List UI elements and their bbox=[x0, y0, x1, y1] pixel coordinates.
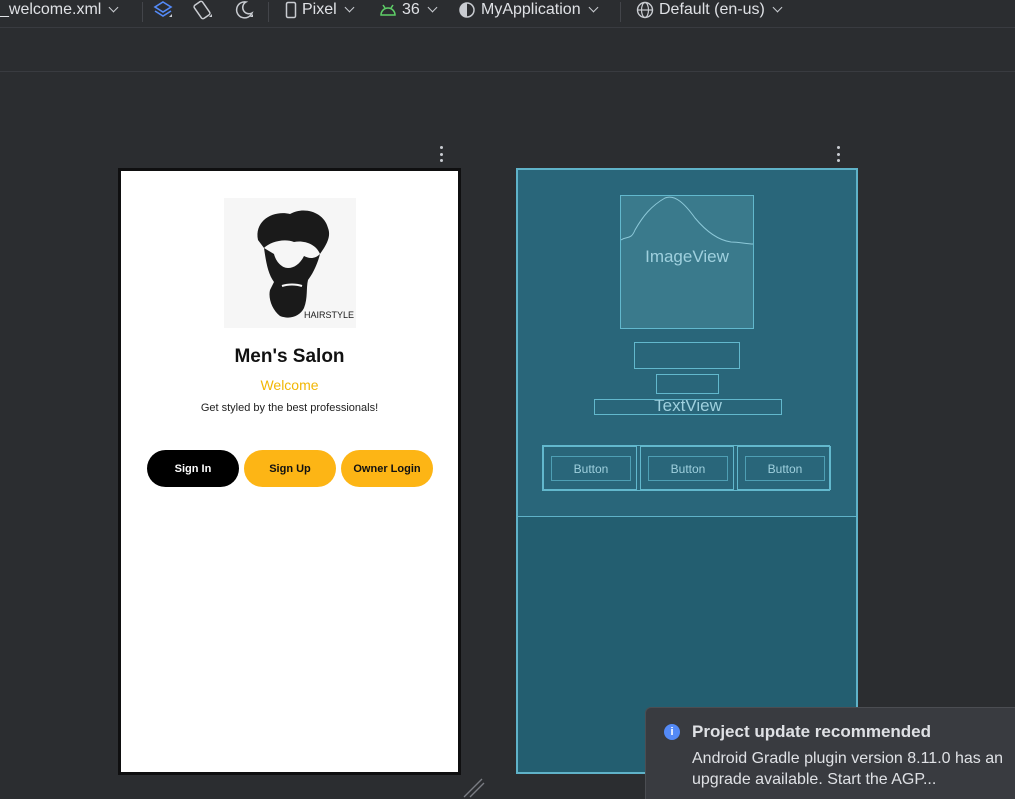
resize-handle-icon[interactable] bbox=[462, 777, 486, 799]
design-preview-menu-icon[interactable] bbox=[440, 146, 444, 162]
notification-body: Android Gradle plugin version 8.11.0 has… bbox=[692, 750, 1004, 788]
blueprint-welcome-textview[interactable] bbox=[656, 374, 719, 394]
update-notification[interactable]: i Project update recommended Android Gra… bbox=[645, 707, 1015, 799]
sign-in-button[interactable]: Sign In bbox=[147, 450, 239, 487]
toolbar-divider bbox=[142, 2, 143, 22]
blueprint-preview[interactable]: ImageView TextView Button Button Button bbox=[516, 168, 858, 774]
editor-toolbar: _welcome.xml Pixel 36 MyApplication Defa… bbox=[0, 0, 1015, 28]
locale-name: Default (en-us) bbox=[659, 0, 765, 18]
button-label: Button bbox=[745, 456, 825, 481]
night-mode-button[interactable] bbox=[233, 0, 255, 23]
locale-selector[interactable]: Default (en-us) bbox=[636, 0, 783, 23]
image-preview-curve-icon bbox=[621, 196, 753, 245]
barber-logo-icon: HAIRSTYLE bbox=[257, 210, 354, 320]
blueprint-title-textview[interactable] bbox=[634, 342, 740, 369]
blueprint-tagline-textview[interactable]: TextView bbox=[594, 399, 782, 415]
toolbar-divider bbox=[620, 2, 621, 22]
moon-icon bbox=[235, 0, 254, 19]
imageview-label: ImageView bbox=[645, 247, 729, 266]
salon-logo-image: HAIRSTYLE bbox=[224, 198, 356, 328]
orientation-button[interactable] bbox=[192, 0, 214, 23]
device-selector[interactable]: Pixel bbox=[285, 0, 355, 23]
notification-title: Project update recommended bbox=[692, 722, 932, 741]
api-level: 36 bbox=[402, 0, 420, 18]
rotate-icon bbox=[193, 0, 212, 19]
logo-text: HAIRSTYLE bbox=[304, 310, 354, 320]
secondary-toolbar bbox=[0, 29, 1015, 72]
theme-selector[interactable]: MyApplication bbox=[458, 0, 599, 23]
design-preview[interactable]: HAIRSTYLE Men's Salon Welcome Get styled… bbox=[118, 168, 461, 775]
blueprint-button[interactable]: Button bbox=[543, 446, 637, 490]
phone-icon bbox=[285, 1, 297, 18]
layout-file-name: _welcome.xml bbox=[0, 0, 102, 18]
blueprint-button[interactable]: Button bbox=[737, 446, 831, 490]
android-icon bbox=[380, 4, 396, 16]
chevron-down-icon bbox=[588, 2, 599, 13]
toolbar-divider bbox=[268, 2, 269, 22]
design-surface-button[interactable] bbox=[152, 0, 174, 23]
blueprint-preview-menu-icon[interactable] bbox=[837, 146, 841, 162]
info-icon: i bbox=[664, 724, 680, 740]
globe-icon bbox=[636, 1, 654, 18]
blueprint-button-row: Button Button Button bbox=[542, 445, 831, 491]
device-name: Pixel bbox=[302, 0, 337, 18]
textview-label: TextView bbox=[654, 399, 722, 415]
tagline-text: Get styled by the best professionals! bbox=[200, 402, 379, 414]
app-title: Men's Salon bbox=[234, 346, 345, 367]
api-level-selector[interactable]: 36 bbox=[379, 0, 438, 23]
blueprint-button[interactable]: Button bbox=[640, 446, 734, 490]
chevron-down-icon bbox=[772, 2, 783, 13]
layers-icon bbox=[153, 0, 173, 17]
chevron-down-icon bbox=[427, 2, 438, 13]
button-label: Button bbox=[648, 456, 728, 481]
layout-file-selector[interactable]: _welcome.xml bbox=[0, 0, 119, 23]
theme-icon bbox=[459, 1, 475, 18]
theme-name: MyApplication bbox=[481, 0, 581, 18]
button-label: Button bbox=[551, 456, 631, 481]
sign-up-button[interactable]: Sign Up bbox=[244, 450, 336, 487]
owner-login-button[interactable]: Owner Login bbox=[341, 450, 433, 487]
chevron-down-icon bbox=[344, 2, 355, 13]
welcome-text: Welcome bbox=[260, 377, 319, 393]
blueprint-imageview[interactable]: ImageView bbox=[620, 195, 754, 329]
blueprint-divider bbox=[518, 516, 856, 517]
chevron-down-icon bbox=[108, 2, 119, 13]
